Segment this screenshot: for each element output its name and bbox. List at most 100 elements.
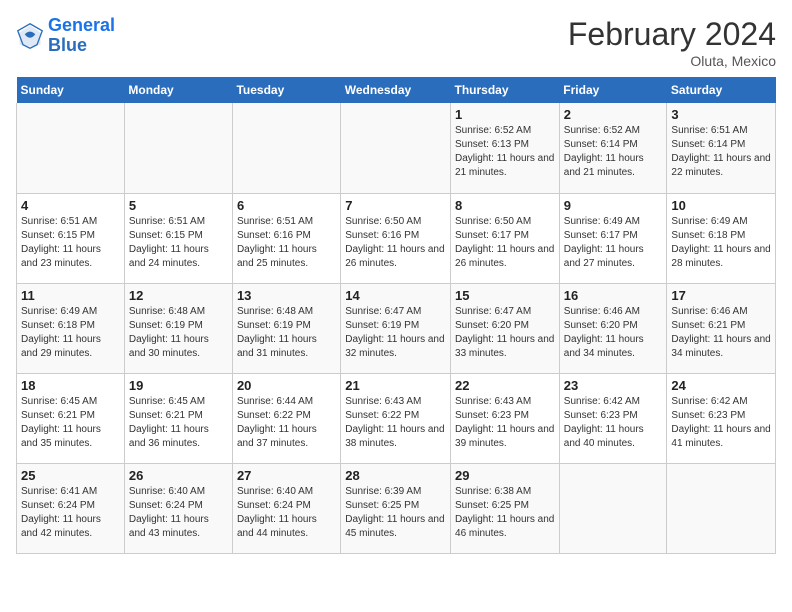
day-number: 16 <box>564 288 663 303</box>
calendar-cell: 3 Sunrise: 6:51 AM Sunset: 6:14 PM Daylig… <box>667 103 776 193</box>
calendar-cell: 26 Sunrise: 6:40 AM Sunset: 6:24 PM Dayli… <box>124 463 232 553</box>
day-info: Sunrise: 6:51 AM Sunset: 6:16 PM Dayligh… <box>237 215 336 271</box>
day-info: Sunrise: 6:52 AM Sunset: 6:13 PM Dayligh… <box>455 124 555 180</box>
calendar-cell: 19 Sunrise: 6:45 AM Sunset: 6:21 PM Dayli… <box>124 373 232 463</box>
day-number: 1 <box>455 107 555 122</box>
calendar-week-row: 11Sunrise: 6:49 AM Sunset: 6:18 PM Dayli… <box>17 283 776 373</box>
calendar-cell: 25 Sunrise: 6:41 AM Sunset: 6:24 PM Dayli… <box>17 463 125 553</box>
calendar-cell: 7 Sunrise: 6:50 AM Sunset: 6:16 PM Daylig… <box>341 193 451 283</box>
weekday-header: Friday <box>559 77 667 103</box>
weekday-header: Sunday <box>17 77 125 103</box>
day-info: Sunrise: 6:44 AM Sunset: 6:22 PM Dayligh… <box>237 395 336 451</box>
day-info: Sunrise: 6:48 AM Sunset: 6:19 PM Dayligh… <box>129 305 228 361</box>
day-info: Sunrise: 6:46 AM Sunset: 6:21 PM Dayligh… <box>671 305 771 361</box>
logo-text: General Blue <box>48 16 115 56</box>
calendar-cell <box>667 463 776 553</box>
day-number: 7 <box>345 198 446 213</box>
day-number: 14 <box>345 288 446 303</box>
logo: General Blue <box>16 16 115 56</box>
calendar-header-row: SundayMondayTuesdayWednesdayThursdayFrid… <box>17 77 776 103</box>
day-number: 11 <box>21 288 120 303</box>
day-info: Sunrise: 6:39 AM Sunset: 6:25 PM Dayligh… <box>345 485 446 541</box>
day-number: 23 <box>564 378 663 393</box>
calendar-cell: 4 Sunrise: 6:51 AM Sunset: 6:15 PM Daylig… <box>17 193 125 283</box>
location: Oluta, Mexico <box>568 53 776 69</box>
day-info: Sunrise: 6:45 AM Sunset: 6:21 PM Dayligh… <box>129 395 228 451</box>
calendar-cell: 14 Sunrise: 6:47 AM Sunset: 6:19 PM Dayli… <box>341 283 451 373</box>
calendar-cell: 12 Sunrise: 6:48 AM Sunset: 6:19 PM Dayli… <box>124 283 232 373</box>
calendar-cell: 20 Sunrise: 6:44 AM Sunset: 6:22 PM Dayli… <box>232 373 340 463</box>
day-number: 25 <box>21 468 120 483</box>
calendar-cell: 21Sunrise: 6:43 AM Sunset: 6:22 PM Dayli… <box>341 373 451 463</box>
calendar-week-row: 18Sunrise: 6:45 AM Sunset: 6:21 PM Dayli… <box>17 373 776 463</box>
calendar-week-row: 4 Sunrise: 6:51 AM Sunset: 6:15 PM Daylig… <box>17 193 776 283</box>
day-number: 26 <box>129 468 228 483</box>
calendar-week-row: 25 Sunrise: 6:41 AM Sunset: 6:24 PM Dayli… <box>17 463 776 553</box>
day-number: 24 <box>671 378 771 393</box>
day-number: 5 <box>129 198 228 213</box>
calendar-cell: 28 Sunrise: 6:39 AM Sunset: 6:25 PM Dayli… <box>341 463 451 553</box>
calendar-cell: 9 Sunrise: 6:49 AM Sunset: 6:17 PM Daylig… <box>559 193 667 283</box>
day-info: Sunrise: 6:41 AM Sunset: 6:24 PM Dayligh… <box>21 485 120 541</box>
day-number: 12 <box>129 288 228 303</box>
day-number: 21 <box>345 378 446 393</box>
day-number: 3 <box>671 107 771 122</box>
weekday-header: Tuesday <box>232 77 340 103</box>
day-number: 17 <box>671 288 771 303</box>
calendar-cell: 29Sunrise: 6:38 AM Sunset: 6:25 PM Dayli… <box>451 463 560 553</box>
day-number: 2 <box>564 107 663 122</box>
day-info: Sunrise: 6:40 AM Sunset: 6:24 PM Dayligh… <box>129 485 228 541</box>
calendar-cell: 16 Sunrise: 6:46 AM Sunset: 6:20 PM Dayli… <box>559 283 667 373</box>
day-info: Sunrise: 6:47 AM Sunset: 6:19 PM Dayligh… <box>345 305 446 361</box>
calendar-cell: 24 Sunrise: 6:42 AM Sunset: 6:23 PM Dayli… <box>667 373 776 463</box>
day-number: 9 <box>564 198 663 213</box>
calendar-cell: 1 Sunrise: 6:52 AM Sunset: 6:13 PM Daylig… <box>451 103 560 193</box>
calendar-cell: 18Sunrise: 6:45 AM Sunset: 6:21 PM Dayli… <box>17 373 125 463</box>
day-info: Sunrise: 6:50 AM Sunset: 6:17 PM Dayligh… <box>455 215 555 271</box>
day-number: 29 <box>455 468 555 483</box>
calendar-cell: 27 Sunrise: 6:40 AM Sunset: 6:24 PM Dayli… <box>232 463 340 553</box>
weekday-header: Wednesday <box>341 77 451 103</box>
logo-icon <box>16 22 44 50</box>
day-info: Sunrise: 6:49 AM Sunset: 6:17 PM Dayligh… <box>564 215 663 271</box>
day-number: 22 <box>455 378 555 393</box>
day-info: Sunrise: 6:51 AM Sunset: 6:14 PM Dayligh… <box>671 124 771 180</box>
calendar-cell: 2 Sunrise: 6:52 AM Sunset: 6:14 PM Daylig… <box>559 103 667 193</box>
day-info: Sunrise: 6:51 AM Sunset: 6:15 PM Dayligh… <box>129 215 228 271</box>
day-info: Sunrise: 6:46 AM Sunset: 6:20 PM Dayligh… <box>564 305 663 361</box>
day-number: 27 <box>237 468 336 483</box>
day-number: 10 <box>671 198 771 213</box>
weekday-header: Monday <box>124 77 232 103</box>
day-number: 6 <box>237 198 336 213</box>
calendar-cell: 23 Sunrise: 6:42 AM Sunset: 6:23 PM Dayli… <box>559 373 667 463</box>
day-number: 19 <box>129 378 228 393</box>
day-info: Sunrise: 6:50 AM Sunset: 6:16 PM Dayligh… <box>345 215 446 271</box>
calendar-cell: 17 Sunrise: 6:46 AM Sunset: 6:21 PM Dayli… <box>667 283 776 373</box>
calendar-cell <box>124 103 232 193</box>
day-info: Sunrise: 6:45 AM Sunset: 6:21 PM Dayligh… <box>21 395 120 451</box>
day-info: Sunrise: 6:47 AM Sunset: 6:20 PM Dayligh… <box>455 305 555 361</box>
calendar-cell <box>341 103 451 193</box>
day-number: 4 <box>21 198 120 213</box>
day-info: Sunrise: 6:42 AM Sunset: 6:23 PM Dayligh… <box>671 395 771 451</box>
day-info: Sunrise: 6:40 AM Sunset: 6:24 PM Dayligh… <box>237 485 336 541</box>
day-info: Sunrise: 6:48 AM Sunset: 6:19 PM Dayligh… <box>237 305 336 361</box>
day-info: Sunrise: 6:52 AM Sunset: 6:14 PM Dayligh… <box>564 124 663 180</box>
calendar-cell: 5 Sunrise: 6:51 AM Sunset: 6:15 PM Daylig… <box>124 193 232 283</box>
day-number: 8 <box>455 198 555 213</box>
calendar-cell: 15Sunrise: 6:47 AM Sunset: 6:20 PM Dayli… <box>451 283 560 373</box>
calendar-cell <box>17 103 125 193</box>
title-block: February 2024 Oluta, Mexico <box>568 16 776 69</box>
calendar-cell: 11Sunrise: 6:49 AM Sunset: 6:18 PM Dayli… <box>17 283 125 373</box>
calendar-cell: 22Sunrise: 6:43 AM Sunset: 6:23 PM Dayli… <box>451 373 560 463</box>
calendar-cell <box>232 103 340 193</box>
calendar-cell <box>559 463 667 553</box>
month-title: February 2024 <box>568 16 776 53</box>
weekday-header: Saturday <box>667 77 776 103</box>
day-info: Sunrise: 6:51 AM Sunset: 6:15 PM Dayligh… <box>21 215 120 271</box>
day-info: Sunrise: 6:42 AM Sunset: 6:23 PM Dayligh… <box>564 395 663 451</box>
calendar-cell: 8 Sunrise: 6:50 AM Sunset: 6:17 PM Daylig… <box>451 193 560 283</box>
day-number: 13 <box>237 288 336 303</box>
day-number: 28 <box>345 468 446 483</box>
day-number: 20 <box>237 378 336 393</box>
